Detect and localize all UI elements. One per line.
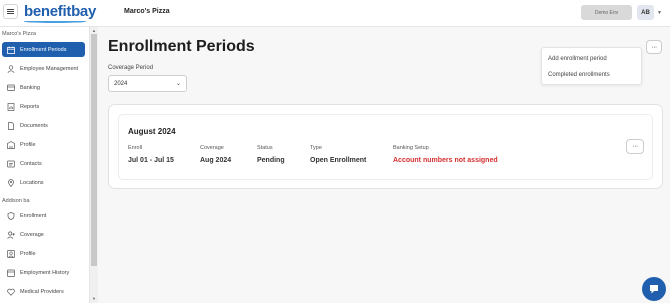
sidebar-item-label: Enrollment Periods	[20, 46, 67, 53]
location-icon	[7, 178, 15, 187]
hamburger-menu-button[interactable]	[3, 4, 18, 19]
person-icon	[7, 64, 15, 73]
profile-icon	[7, 249, 15, 258]
sidebar-item-label: Medical Providers	[20, 288, 64, 295]
chat-icon	[650, 285, 658, 294]
banking-setup-value: Account numbers not assigned	[393, 157, 498, 164]
sidebar: Marco's Pizza Enrollment Periods Employe…	[0, 27, 90, 303]
enroll-value: Jul 01 - Jul 15	[128, 157, 174, 164]
coverage-period-select[interactable]: 2024 ⌄	[108, 75, 187, 92]
period-more-button[interactable]: ···	[626, 139, 644, 154]
sidebar-item-label: Employee Management	[20, 65, 79, 72]
page-actions-menu: Add enrollment period Completed enrollme…	[541, 47, 642, 85]
calendar-icon	[7, 46, 15, 54]
hamburger-icon	[7, 9, 14, 14]
contacts-icon	[7, 160, 15, 168]
enrollment-period-card	[118, 114, 653, 180]
period-title: August 2024	[128, 127, 176, 136]
sidebar-item-reports[interactable]: Reports	[2, 99, 85, 114]
sidebar-item-label: Coverage	[20, 231, 44, 238]
sidebar-item-label: Profile	[20, 141, 36, 148]
sidebar-item-medical-providers[interactable]: Medical Providers	[2, 284, 85, 299]
sidebar-item-employment-history[interactable]: Employment History	[2, 265, 85, 280]
sidebar-item-documents[interactable]: Documents	[2, 118, 85, 133]
sidebar-item-label: Reports	[20, 103, 40, 110]
coverage-label: Coverage	[200, 145, 224, 151]
sidebar-item-label: Enrollment	[20, 212, 47, 219]
sidebar-item-label: Locations	[20, 179, 44, 186]
environment-button[interactable]: Demo Env	[581, 5, 632, 20]
sidebar-section-company: Marco's Pizza	[2, 31, 37, 37]
sidebar-item-label: Banking	[20, 84, 40, 91]
sidebar-item-employee-management[interactable]: Employee Management	[2, 61, 85, 76]
coverage-period-label: Coverage Period	[108, 65, 154, 71]
menu-item-completed-enrollments[interactable]: Completed enrollments	[548, 72, 610, 78]
type-value: Open Enrollment	[310, 157, 367, 164]
chevron-down-icon: ⌄	[175, 81, 181, 87]
sidebar-item-banking[interactable]: Banking	[2, 80, 85, 95]
document-icon	[7, 121, 15, 130]
sidebar-item-label: Contacts	[20, 160, 42, 167]
sidebar-item-locations[interactable]: Locations	[2, 175, 85, 190]
chevron-down-icon[interactable]: ▼	[657, 10, 662, 16]
sidebar-item-label: Profile	[20, 250, 36, 257]
page-title: Enrollment Periods	[108, 38, 255, 55]
avatar[interactable]: AB	[637, 5, 654, 20]
coverage-value: Aug 2024	[200, 157, 232, 164]
top-bar: benefitbay Marco's Pizza Demo Env AB ▼	[0, 0, 670, 27]
history-icon	[7, 269, 15, 277]
status-label: Status	[257, 145, 273, 151]
chat-button[interactable]	[642, 277, 666, 301]
coverage-icon	[7, 231, 15, 239]
sidebar-item-enrollment-periods[interactable]: Enrollment Periods	[2, 42, 85, 57]
sidebar-section-employee: Addison ba	[2, 198, 30, 204]
sidebar-item-contacts[interactable]: Contacts	[2, 156, 85, 171]
sidebar-item-enrollment[interactable]: Enrollment	[2, 208, 85, 223]
page-more-button[interactable]: ···	[646, 40, 662, 54]
building-icon	[7, 140, 15, 149]
sidebar-item-profile[interactable]: Profile	[2, 137, 85, 152]
enroll-label: Enroll	[128, 145, 143, 151]
sidebar-item-employee-profile[interactable]: Profile	[2, 246, 85, 261]
banking-setup-label: Banking Setup	[393, 145, 429, 151]
sidebar-item-label: Documents	[20, 122, 48, 129]
report-icon	[7, 102, 15, 111]
logo[interactable]: benefitbay	[24, 3, 96, 20]
company-name: Marco's Pizza	[124, 8, 170, 15]
medical-icon	[7, 288, 15, 296]
scroll-down-icon[interactable]: ▼	[92, 296, 96, 301]
menu-item-add-enrollment-period[interactable]: Add enrollment period	[548, 56, 607, 62]
shield-icon	[7, 211, 15, 220]
sidebar-scroll-thumb[interactable]	[91, 34, 97, 266]
bank-icon	[7, 84, 15, 92]
scroll-up-icon[interactable]: ▲	[92, 28, 96, 33]
sidebar-item-coverage[interactable]: Coverage	[2, 227, 85, 242]
logo-swoosh	[24, 20, 86, 23]
coverage-period-value: 2024	[114, 80, 128, 87]
type-label: Type	[310, 145, 322, 151]
sidebar-item-label: Employment History	[20, 269, 70, 276]
status-value: Pending	[257, 157, 285, 164]
